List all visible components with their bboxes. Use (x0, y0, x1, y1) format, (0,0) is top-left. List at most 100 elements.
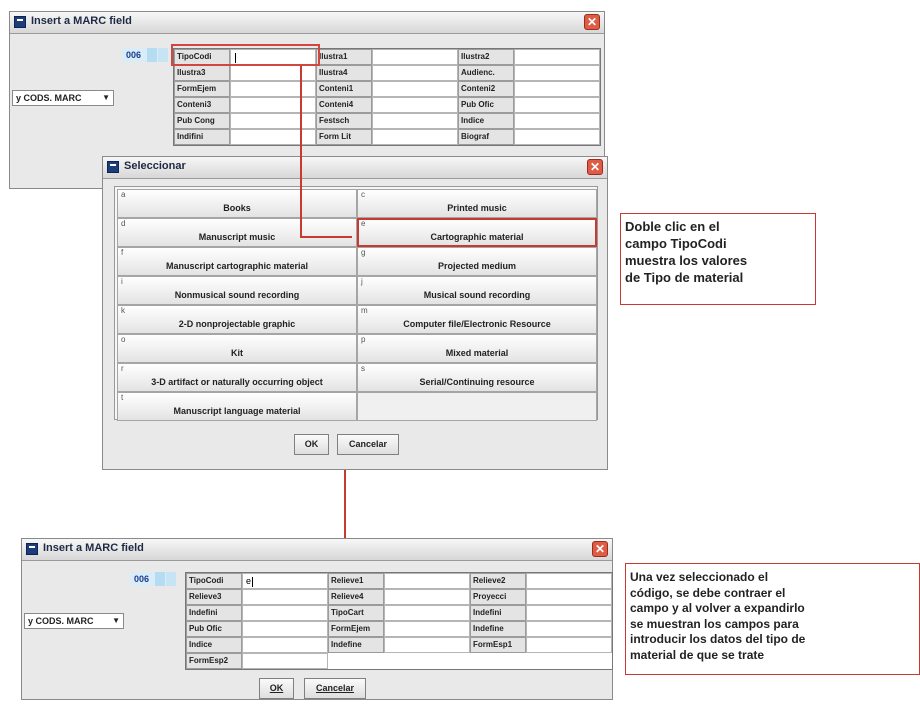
field-label[interactable]: TipoCart (328, 605, 384, 621)
field-value-input[interactable] (372, 97, 458, 113)
field-label[interactable]: Proyecci (470, 589, 526, 605)
field-value-input[interactable] (230, 81, 316, 97)
field-label[interactable]: FormEjem (174, 81, 230, 97)
field-tag[interactable]: 006 (122, 48, 168, 62)
field-value-input[interactable] (514, 129, 600, 145)
field-value-input[interactable] (514, 65, 600, 81)
field-value-input[interactable] (230, 65, 316, 81)
material-option-r[interactable]: r 3-D artifact or naturally occurring obj… (117, 363, 357, 392)
field-label[interactable]: Conteni1 (316, 81, 372, 97)
title-bar[interactable]: Insert a MARC field ✕ (22, 539, 612, 561)
title-bar[interactable]: Seleccionar ✕ (103, 157, 607, 179)
material-option-t[interactable]: t Manuscript language material (117, 392, 357, 421)
field-label[interactable]: Relieve2 (470, 573, 526, 589)
field-value-input[interactable] (384, 605, 470, 621)
field-value-input[interactable] (230, 113, 316, 129)
marc-category-select[interactable]: y CODS. MARC ▼ (24, 613, 124, 629)
ok-button[interactable]: OK (259, 678, 294, 699)
cancel-button[interactable]: Cancelar (337, 434, 399, 455)
field-value-input[interactable] (514, 81, 600, 97)
close-icon[interactable]: ✕ (587, 159, 603, 175)
close-icon[interactable]: ✕ (592, 541, 608, 557)
material-option-g[interactable]: g Projected medium (357, 247, 597, 276)
field-label[interactable]: Pub Ofic (458, 97, 514, 113)
field-label[interactable]: Audienc. (458, 65, 514, 81)
field-value-input[interactable] (526, 589, 612, 605)
field-value-input[interactable] (372, 81, 458, 97)
title-bar[interactable]: Insert a MARC field ✕ (10, 12, 604, 34)
field-label[interactable]: Indice (458, 113, 514, 129)
material-option-d[interactable]: d Manuscript music (117, 218, 357, 247)
field-value-input[interactable] (230, 97, 316, 113)
cancel-button[interactable]: Cancelar (304, 678, 366, 699)
field-label[interactable]: Indice (186, 637, 242, 653)
material-option-s[interactable]: s Serial/Continuing resource (357, 363, 597, 392)
material-option-c[interactable]: c Printed music (357, 189, 597, 218)
field-label[interactable]: Relieve3 (186, 589, 242, 605)
field-label[interactable]: Pub Cong (174, 113, 230, 129)
field-label[interactable]: TipoCodi (186, 573, 242, 589)
field-value-input[interactable] (514, 49, 600, 65)
material-option-a[interactable]: a Books (117, 189, 357, 218)
field-label[interactable]: Pub Ofic (186, 621, 242, 637)
field-label[interactable]: FormEjem (328, 621, 384, 637)
field-label[interactable]: Indifini (174, 129, 230, 145)
field-label[interactable]: Conteni4 (316, 97, 372, 113)
indicator-2[interactable] (158, 48, 168, 62)
field-label[interactable]: Ilustra4 (316, 65, 372, 81)
field-label[interactable]: Relieve4 (328, 589, 384, 605)
field-value-input[interactable] (372, 113, 458, 129)
field-label[interactable]: FormEsp1 (470, 637, 526, 653)
field-label[interactable]: Biograf (458, 129, 514, 145)
field-label[interactable]: Form Lit (316, 129, 372, 145)
field-label[interactable]: Indefine (470, 621, 526, 637)
ok-button[interactable]: OK (294, 434, 329, 455)
field-value-input[interactable] (384, 573, 470, 589)
field-label[interactable]: Conteni3 (174, 97, 230, 113)
field-value-input[interactable] (384, 637, 470, 653)
material-option-f[interactable]: f Manuscript cartographic material (117, 247, 357, 276)
material-option-e[interactable]: e Cartographic material (357, 218, 597, 247)
field-value-input[interactable] (526, 637, 612, 653)
close-icon[interactable]: ✕ (584, 14, 600, 30)
field-label[interactable]: Relieve1 (328, 573, 384, 589)
indicator-1[interactable] (155, 572, 165, 586)
field-value-input[interactable] (526, 605, 612, 621)
field-label[interactable]: FormEsp2 (186, 653, 242, 669)
field-value-input[interactable] (526, 573, 612, 589)
field-value-input[interactable] (372, 129, 458, 145)
field-value-input[interactable] (242, 605, 328, 621)
material-option-o[interactable]: o Kit (117, 334, 357, 363)
material-option-j[interactable]: j Musical sound recording (357, 276, 597, 305)
field-value-input[interactable]: e (242, 573, 328, 589)
field-value-input[interactable] (514, 113, 600, 129)
field-value-input[interactable] (384, 621, 470, 637)
material-option-p[interactable]: p Mixed material (357, 334, 597, 363)
marc-category-select[interactable]: y CODS. MARC ▼ (12, 90, 114, 106)
indicator-1[interactable] (147, 48, 157, 62)
field-value-input[interactable] (514, 97, 600, 113)
field-label[interactable]: Ilustra1 (316, 49, 372, 65)
material-option-m[interactable]: m Computer file/Electronic Resource (357, 305, 597, 334)
field-tag[interactable]: 006 (130, 572, 176, 586)
material-option-i[interactable]: i Nonmusical sound recording (117, 276, 357, 305)
field-value-input[interactable] (230, 129, 316, 145)
material-option-k[interactable]: k 2-D nonprojectable graphic (117, 305, 357, 334)
field-label[interactable]: Conteni2 (458, 81, 514, 97)
field-value-input[interactable] (242, 653, 328, 669)
field-label[interactable]: Ilustra3 (174, 65, 230, 81)
connector-line-horizontal (300, 236, 352, 238)
field-label[interactable]: Indefini (470, 605, 526, 621)
field-value-input[interactable] (242, 637, 328, 653)
indicator-2[interactable] (166, 572, 176, 586)
field-label[interactable]: Indefine (328, 637, 384, 653)
field-label[interactable]: Ilustra2 (458, 49, 514, 65)
field-value-input[interactable] (526, 621, 612, 637)
field-value-input[interactable] (242, 621, 328, 637)
field-value-input[interactable] (372, 65, 458, 81)
field-label[interactable]: Festsch (316, 113, 372, 129)
field-label[interactable]: Indefini (186, 605, 242, 621)
field-value-input[interactable] (372, 49, 458, 65)
field-value-input[interactable] (242, 589, 328, 605)
field-value-input[interactable] (384, 589, 470, 605)
